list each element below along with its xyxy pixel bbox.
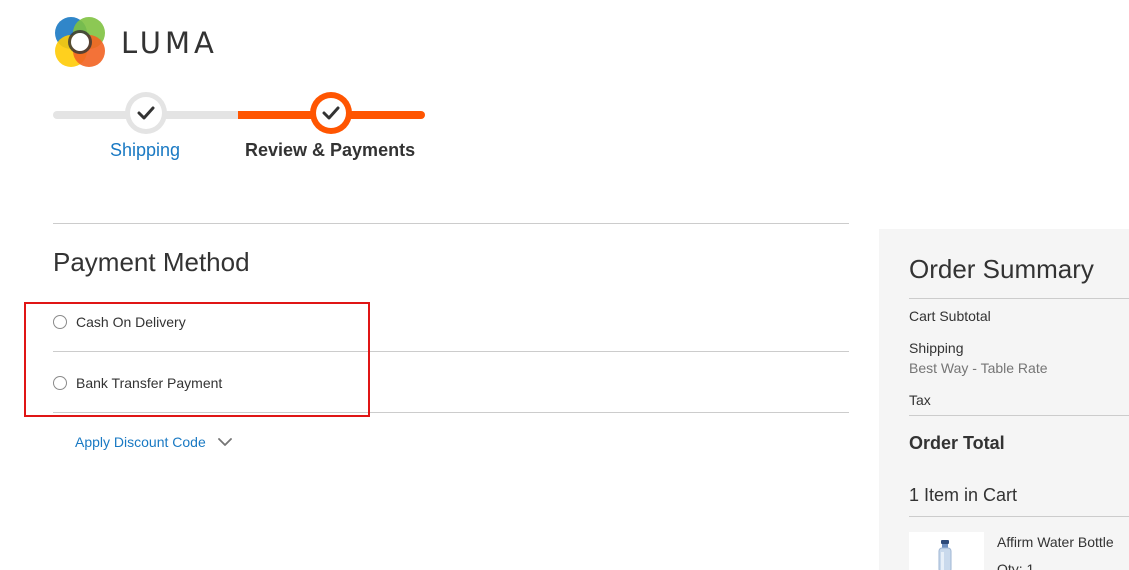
step-review-payments-indicator <box>310 92 352 134</box>
brand-name: LUMA <box>121 26 218 60</box>
shipping-method-value: Best Way - Table Rate <box>909 360 1048 376</box>
order-total-label: Order Total <box>909 433 1005 453</box>
shipping-label: Shipping <box>909 340 964 356</box>
summary-divider <box>909 298 1129 299</box>
tax-label: Tax <box>909 392 931 408</box>
summary-divider <box>909 415 1129 416</box>
items-in-cart-toggle[interactable]: 1 Item in Cart <box>909 485 1017 506</box>
radio-unchecked-icon[interactable] <box>53 315 67 329</box>
checkout-progress-bar: Shipping Review & Payments <box>53 90 425 170</box>
payment-option-cash-on-delivery[interactable]: Cash On Delivery <box>53 292 849 352</box>
payment-option-divider <box>53 351 849 352</box>
cart-subtotal-label: Cart Subtotal <box>909 308 991 324</box>
chevron-down-icon[interactable] <box>217 437 232 447</box>
payment-option-label[interactable]: Cash On Delivery <box>76 314 186 330</box>
checkmark-icon <box>322 106 340 120</box>
payment-option-label[interactable]: Bank Transfer Payment <box>76 375 222 391</box>
step-shipping-link[interactable]: Shipping <box>110 140 180 161</box>
payment-option-divider <box>53 412 849 413</box>
order-summary-title: Order Summary <box>909 254 1094 284</box>
step-shipping-indicator[interactable] <box>125 92 167 134</box>
water-bottle-icon <box>938 540 952 570</box>
radio-unchecked-icon[interactable] <box>53 376 67 390</box>
cart-item-name: Affirm Water Bottle <box>997 534 1114 550</box>
luma-logo-icon <box>55 17 105 67</box>
payment-method-title: Payment Method <box>53 247 250 277</box>
section-divider <box>53 223 849 224</box>
order-summary-panel: Order Summary Cart Subtotal Shipping Bes… <box>879 229 1129 570</box>
payment-option-bank-transfer[interactable]: Bank Transfer Payment <box>53 353 849 413</box>
cart-item-qty: Qty: 1 <box>997 561 1035 570</box>
summary-divider <box>909 516 1129 517</box>
apply-discount-toggle[interactable]: Apply Discount Code <box>75 434 232 450</box>
step-review-payments-label: Review & Payments <box>245 140 416 160</box>
apply-discount-label[interactable]: Apply Discount Code <box>75 434 206 450</box>
luma-logo[interactable]: LUMA <box>54 17 214 67</box>
product-thumbnail <box>909 532 984 570</box>
checkmark-icon <box>137 106 155 120</box>
